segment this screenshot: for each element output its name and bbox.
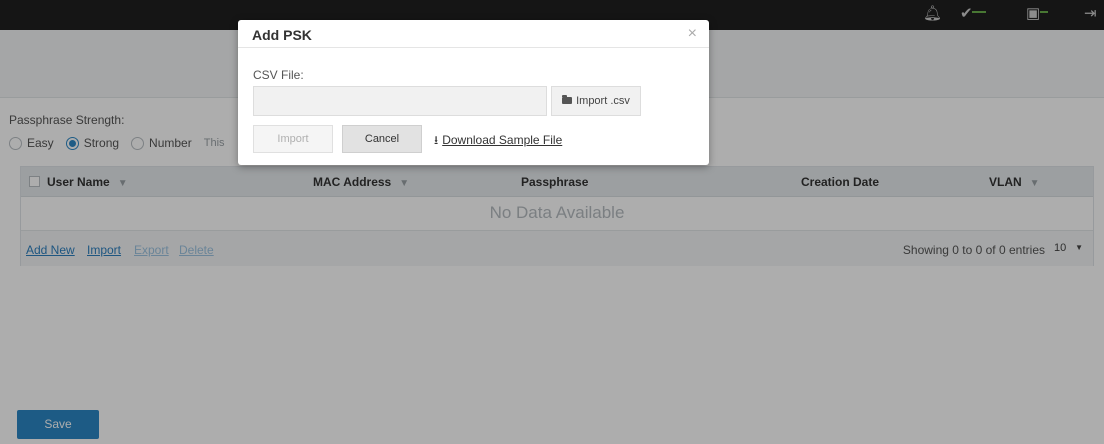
- import-csv-button[interactable]: Import .csv: [551, 86, 641, 116]
- add-psk-dialog: Add PSK × CSV File: Import .csv Import C…: [238, 20, 709, 165]
- download-sample-link[interactable]: ⭳ Download Sample File: [434, 131, 562, 152]
- dialog-title: Add PSK: [252, 27, 312, 43]
- csv-file-field[interactable]: [253, 86, 547, 116]
- csv-file-label: CSV File:: [253, 68, 304, 82]
- import-button[interactable]: Import: [253, 125, 333, 153]
- folder-icon: [562, 95, 573, 104]
- dialog-header: Add PSK ×: [238, 20, 709, 48]
- close-icon[interactable]: ×: [688, 26, 697, 42]
- cancel-button[interactable]: Cancel: [342, 125, 422, 153]
- download-icon: ⭳: [434, 133, 439, 147]
